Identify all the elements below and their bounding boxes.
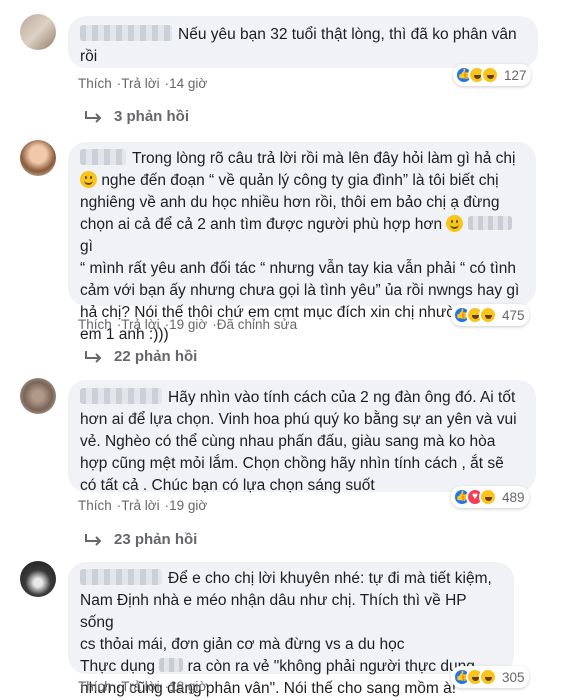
- reaction-count: 489: [502, 489, 525, 505]
- reply-link[interactable]: Trả lời: [121, 317, 159, 332]
- edited-label[interactable]: Đã chỉnh sửa: [217, 317, 297, 332]
- replies-count[interactable]: 22 phản hồi: [114, 348, 197, 365]
- wow-reaction-icon: [479, 306, 497, 324]
- blurred-author-name[interactable]: [80, 25, 172, 41]
- comment-text: cs thỏai mái, đơn giản cơ mà đừng vs a d…: [80, 636, 405, 653]
- smile-emoji-icon: [446, 215, 464, 232]
- comment-text: có tất cả . Chúc bạn có lựa chọn sáng su…: [80, 477, 375, 494]
- wow-reaction-icon: [481, 66, 499, 84]
- view-replies-link[interactable]: 22 phản hồi: [84, 348, 197, 365]
- comment-text: Trong lòng rõ câu trả lời rồi mà lên đây…: [132, 150, 516, 167]
- view-replies-link[interactable]: 3 phản hồi: [84, 108, 189, 125]
- reactions-summary[interactable]: 👍 127: [453, 64, 531, 86]
- timestamp[interactable]: 19 giờ: [169, 317, 207, 332]
- reaction-count: 475: [502, 307, 525, 323]
- like-link[interactable]: Thích: [78, 317, 112, 332]
- reply-link[interactable]: Trả lời: [121, 679, 159, 694]
- reactions-summary[interactable]: 👍 305: [451, 666, 529, 688]
- comment-actions: Thích ·Trả lời ·14 giờ: [78, 76, 208, 91]
- blurred-author-name[interactable]: [80, 149, 126, 165]
- avatar[interactable]: [20, 14, 56, 50]
- reply-link[interactable]: Trả lời: [121, 76, 159, 91]
- replies-count[interactable]: 23 phản hồi: [114, 531, 197, 548]
- reaction-count: 127: [504, 67, 527, 83]
- reply-link[interactable]: Trả lời: [121, 498, 159, 513]
- view-replies-link[interactable]: 23 phản hồi: [84, 531, 197, 548]
- reply-arrow-icon: [85, 110, 102, 123]
- timestamp[interactable]: 14 giờ: [169, 76, 207, 91]
- comment-text: hơn ai để lựa chọn. Vinh hoa phú quý ko …: [80, 411, 517, 428]
- comment-bubble: Để e cho chị lời khuyên nhé: tự đi mà ti…: [68, 562, 514, 697]
- smile-emoji-icon: [80, 171, 97, 188]
- timestamp[interactable]: 18 giờ: [169, 679, 207, 694]
- haha-reaction-icon: [479, 488, 497, 506]
- replies-count[interactable]: 3 phản hồi: [114, 108, 189, 125]
- blurred-author-name[interactable]: [80, 569, 162, 585]
- blurred-mention[interactable]: [159, 658, 184, 672]
- timestamp[interactable]: 19 giờ: [169, 498, 207, 513]
- comment-text: vẻ. Nghèo có thể cùng nhau phấn đấu, già…: [80, 433, 496, 450]
- avatar[interactable]: [20, 140, 56, 176]
- reactions-summary[interactable]: 👍 475: [451, 304, 529, 326]
- like-link[interactable]: Thích: [78, 76, 112, 91]
- avatar[interactable]: [20, 561, 56, 597]
- comment-actions: Thích ·Trả lời ·19 giờ: [78, 498, 208, 513]
- comment-text: cảm với bạn ấy nhưng chưa gọi là tình yê…: [80, 282, 520, 299]
- comment-text: nghiêng về anh du học nhiều hơn rồi, thô…: [80, 194, 500, 211]
- comment-actions: Thích ·Trả lời ·19 giờ ·Đã chỉnh sửa: [78, 317, 298, 332]
- comment-bubble: Trong lòng rõ câu trả lời rồi mà lên đây…: [68, 142, 536, 343]
- blurred-author-name[interactable]: [80, 388, 162, 404]
- comment-text: “ mình rất yêu anh đối tác “ nhưng vẫn t…: [80, 260, 517, 277]
- comment-text: rồi: [80, 48, 98, 65]
- comment-text: Để e cho chị lời khuyên nhé: tự đi mà ti…: [168, 570, 492, 587]
- comment-bubble: Hãy nhìn vào tính cách của 2 ng đàn ông …: [68, 380, 536, 494]
- avatar[interactable]: [20, 378, 56, 414]
- reaction-count: 305: [502, 669, 525, 685]
- like-link[interactable]: Thích: [78, 498, 112, 513]
- comment-text: chọn ai cả để cả 2 anh tìm được người ph…: [80, 216, 443, 233]
- wow-reaction-icon: [479, 668, 497, 686]
- reply-arrow-icon: [85, 350, 102, 363]
- reply-arrow-icon: [85, 533, 102, 546]
- comment-text: gì: [80, 238, 93, 255]
- like-link[interactable]: Thích: [78, 679, 112, 694]
- comment-text: nghe đến đoạn “ về quản lý công ty gia đ…: [101, 172, 499, 189]
- comment-bubble: Nếu yêu bạn 32 tuổi thật lòng, thì đã ko…: [68, 16, 538, 68]
- comment-actions: Thích ·Trả lời ·18 giờ: [78, 679, 208, 694]
- blurred-mention[interactable]: [467, 216, 512, 230]
- comment-text: ra còn ra vẻ "không phải người thực dụng: [187, 658, 475, 675]
- comment-text: Hãy nhìn vào tính cách của 2 ng đàn ông …: [168, 389, 516, 406]
- comment-text: Nếu yêu bạn 32 tuổi thật lòng, thì đã ko…: [178, 26, 517, 43]
- comment-text: Thực dụng: [80, 658, 156, 675]
- comment-text: hợp cũng mệt mỏi lắm. Chọn chồng hãy nhì…: [80, 455, 504, 472]
- reactions-summary[interactable]: 👍 ♥ 489: [451, 486, 529, 508]
- comment-text: Nam Định nhà e méo nhận dâu như chị. Thí…: [80, 592, 467, 631]
